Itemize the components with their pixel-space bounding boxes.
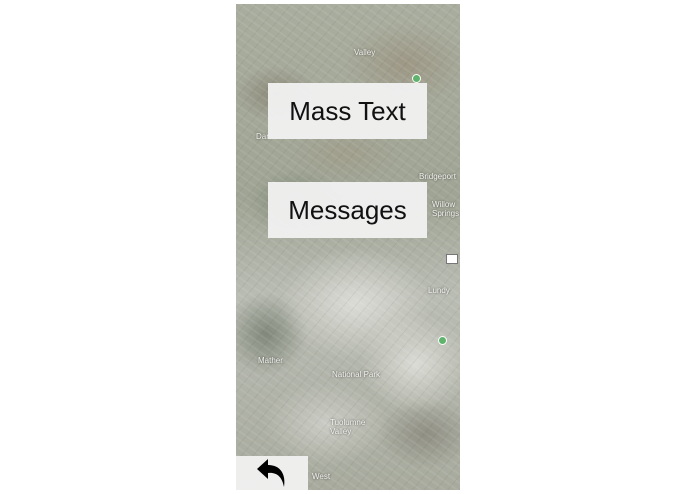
map-label: West [312, 472, 331, 481]
map-label: Valley [354, 48, 376, 57]
map-label: Tuolumne Valley [330, 418, 366, 436]
mass-text-button[interactable]: Mass Text [268, 83, 427, 139]
map-label: Mather [258, 356, 283, 365]
map-label: National Park [332, 370, 381, 379]
messages-button[interactable]: Messages [268, 182, 427, 238]
back-arrow-icon [257, 459, 285, 487]
map-label: Dar [256, 132, 269, 141]
app-screen: Valley Dar Bridgeport Willow Springs Lun… [236, 4, 460, 490]
map-label: Lundy [428, 286, 450, 295]
back-button[interactable] [236, 456, 308, 490]
road-shield-icon [446, 254, 458, 264]
map-pin-icon[interactable] [412, 74, 421, 83]
map-label: Bridgeport [419, 172, 456, 181]
map-label: Willow Springs [432, 200, 460, 218]
map-pin-icon[interactable] [438, 336, 447, 345]
